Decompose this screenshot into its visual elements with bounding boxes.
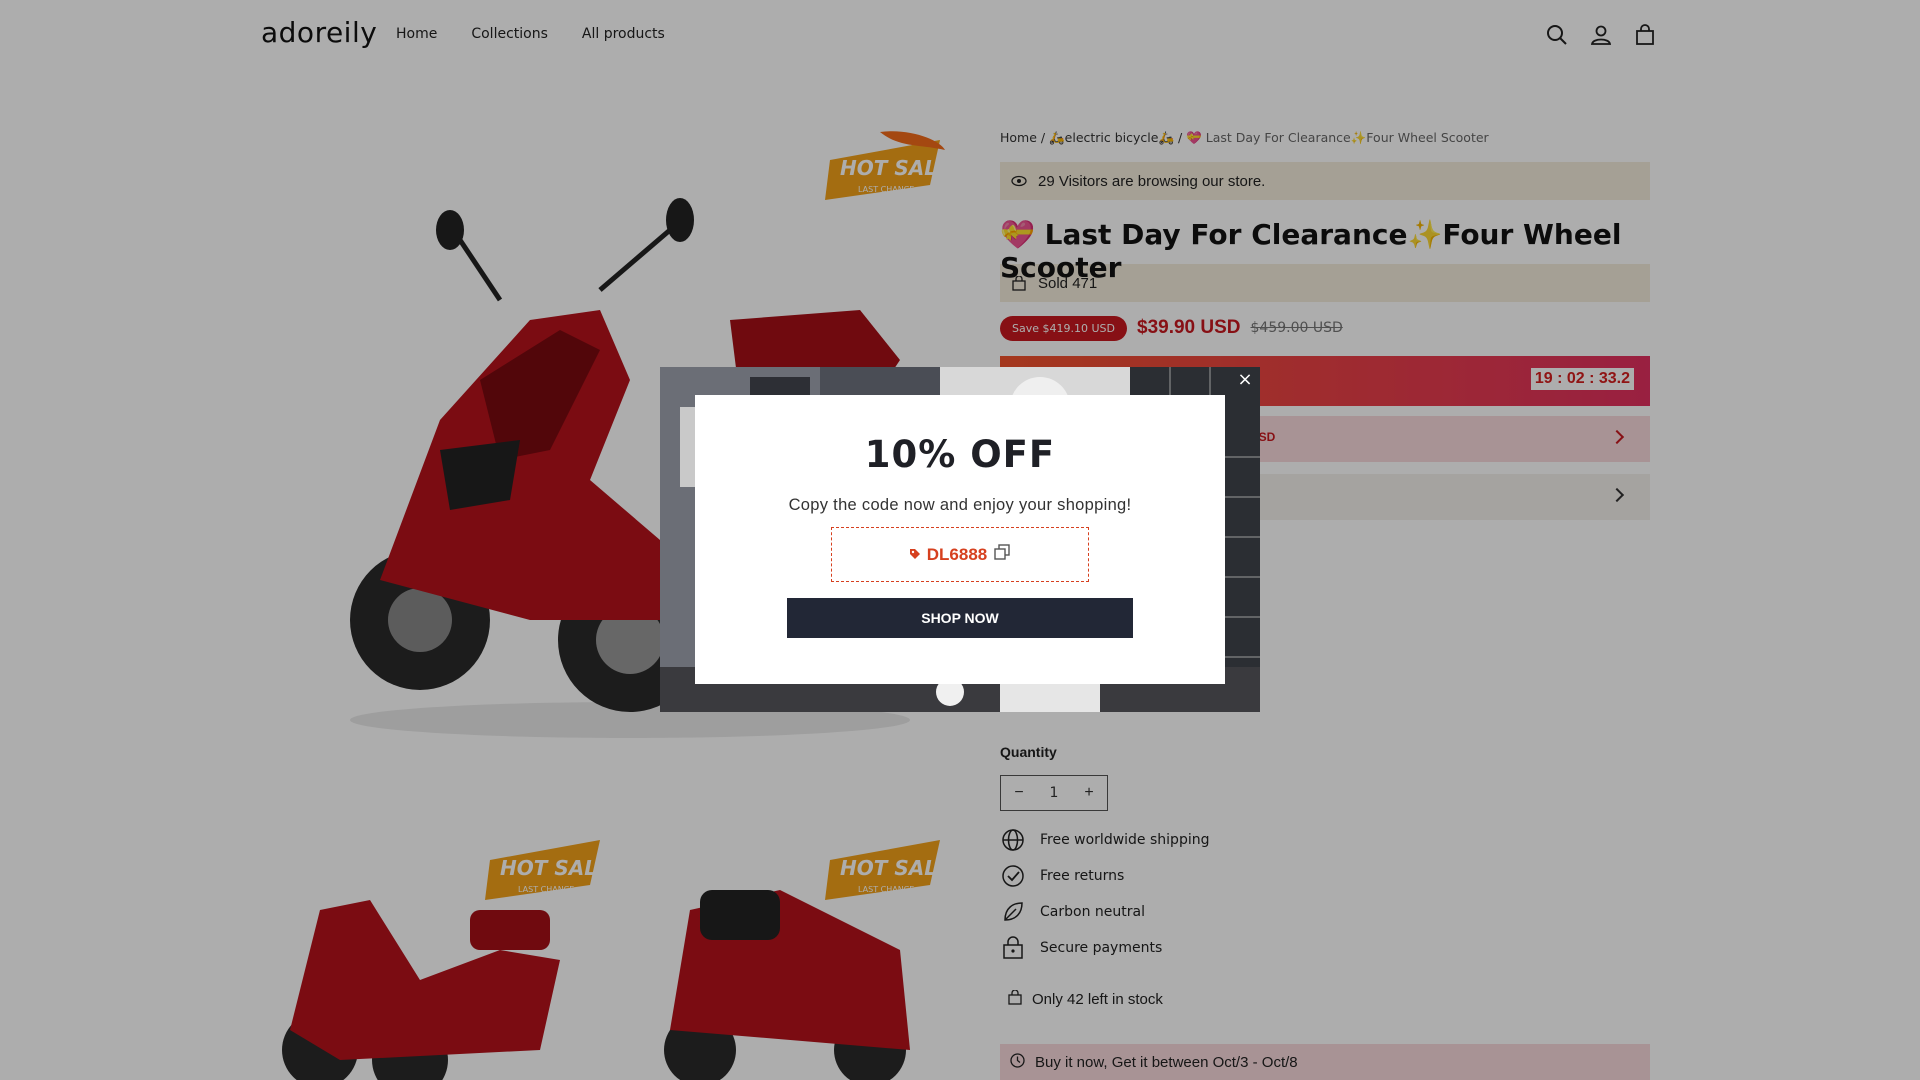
close-modal-button[interactable]: ×: [1234, 370, 1256, 392]
coupon-code: DL6888: [926, 544, 988, 564]
copy-icon[interactable]: [993, 543, 1011, 566]
discount-heading: 10% OFF: [864, 433, 1056, 476]
coupon-code-box[interactable]: DL6888: [831, 527, 1089, 582]
discount-subtitle: Copy the code now and enjoy your shoppin…: [788, 496, 1132, 514]
tag-icon: [909, 545, 921, 565]
discount-card: 10% OFF Copy the code now and enjoy your…: [695, 395, 1225, 684]
shop-now-button[interactable]: SHOP NOW: [787, 598, 1133, 638]
